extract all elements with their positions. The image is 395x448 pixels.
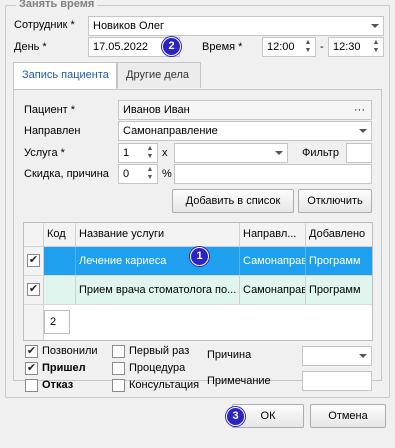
consultation-check-box: [112, 379, 125, 392]
percent-label: %: [162, 168, 172, 180]
chevron-down-icon: [359, 354, 367, 358]
reason-label: Причина: [207, 349, 252, 361]
came-label: Пришел: [42, 362, 86, 374]
service-qty-spinner[interactable]: ▲ ▼: [145, 145, 155, 161]
time-from-spinner[interactable]: ▲ ▼: [303, 39, 313, 55]
discount-field[interactable]: 0 ▲ ▼: [118, 164, 158, 184]
row-code: [44, 276, 76, 304]
time-from-value: 12:00: [267, 41, 295, 53]
header-added[interactable]: Добавлено: [306, 223, 372, 246]
time-separator: -: [320, 41, 324, 53]
tab-other-tasks[interactable]: Другие дела: [117, 62, 201, 88]
row-checkbox-cell[interactable]: ✔: [24, 247, 44, 275]
row-direction: Самонаправ: [240, 276, 306, 304]
filter-field[interactable]: [346, 143, 372, 163]
header-service-name[interactable]: Название услуги: [76, 223, 240, 246]
day-label: День *: [14, 41, 47, 53]
disable-button[interactable]: Отключить: [298, 189, 372, 213]
discount-reason-field[interactable]: [174, 164, 372, 184]
referred-select[interactable]: Самонаправление: [118, 121, 372, 141]
consultation-label: Консультация: [129, 379, 200, 391]
reason-select[interactable]: [302, 346, 372, 366]
employee-value: Новиков Олег: [93, 20, 164, 32]
filter-label: Фильтр: [302, 147, 339, 159]
cancel-button[interactable]: Отмена: [310, 404, 386, 428]
time-to-field[interactable]: 12:30 ▲ ▼: [328, 37, 384, 57]
patient-value: Иванов Иван: [123, 104, 190, 116]
time-from-field[interactable]: 12:00 ▲ ▼: [262, 37, 316, 57]
ellipsis-button[interactable]: ···: [354, 101, 365, 119]
first-time-check-box: [112, 345, 125, 358]
service-x-label: x: [162, 147, 168, 159]
chevron-down-icon: [275, 151, 283, 155]
service-label: Услуга *: [24, 147, 65, 159]
note-label: Примечание: [207, 375, 271, 387]
day-value: 17.05.2022: [93, 41, 149, 53]
header-code[interactable]: Код: [44, 223, 76, 246]
row-name: Прием врача стоматолога по...: [76, 276, 240, 304]
called-label: Позвонили: [42, 345, 98, 357]
service-qty-field[interactable]: 1 ▲ ▼: [118, 143, 158, 163]
discount-label: Скидка, причина: [24, 168, 109, 180]
row-added: Программ: [309, 284, 361, 296]
procedure-label: Процедура: [129, 362, 186, 374]
services-grid: Код Название услуги Направл... Добавлено…: [23, 222, 373, 341]
time-label: Время *: [202, 41, 243, 53]
group-title: Занять время: [16, 0, 98, 10]
row-checkbox-cell[interactable]: ✔: [24, 276, 44, 304]
row-added: Программ: [309, 255, 361, 267]
time-to-value: 12:30: [333, 41, 361, 53]
row-checkbox[interactable]: ✔: [27, 254, 40, 267]
grid-footer-count: 2: [44, 310, 70, 334]
header-check-col: [24, 223, 44, 246]
referred-label: Направлен: [24, 125, 81, 137]
tab-patient-appointment[interactable]: Запись пациента: [13, 62, 117, 90]
callout-badge-3: 3: [226, 407, 245, 426]
procedure-check-box: [112, 362, 125, 375]
note-field[interactable]: [302, 371, 372, 391]
time-to-spinner[interactable]: ▲ ▼: [371, 39, 381, 55]
refusal-label: Отказ: [42, 379, 74, 391]
refusal-check-box: [25, 379, 38, 392]
came-check-icon: ✔: [25, 362, 38, 375]
called-check-icon: ✔: [25, 345, 38, 358]
row-name: Лечение кариеса: [76, 247, 240, 275]
employee-label: Сотрудник *: [14, 19, 75, 31]
chevron-down-icon: [371, 24, 379, 28]
chevron-down-icon: [359, 129, 367, 133]
patient-field[interactable]: Иванов Иван ···: [118, 100, 372, 120]
callout-badge-1: 1: [190, 247, 209, 266]
employee-select[interactable]: Новиков Олег: [88, 16, 384, 36]
grid-header: Код Название услуги Направл... Добавлено: [24, 223, 372, 247]
row-checkbox[interactable]: ✔: [27, 283, 40, 296]
service-qty-value: 1: [123, 147, 130, 159]
discount-spinner[interactable]: ▲ ▼: [145, 166, 155, 182]
row-code: [44, 247, 76, 275]
header-direction[interactable]: Направл...: [240, 223, 306, 246]
callout-badge-2: 2: [162, 37, 181, 56]
patient-label: Пациент *: [24, 104, 76, 116]
add-to-list-button[interactable]: Добавить в список: [172, 189, 294, 213]
service-select[interactable]: [174, 143, 288, 163]
table-row[interactable]: ✔ Прием врача стоматолога по... Самонапр…: [24, 276, 372, 305]
row-direction: Самонаправ: [240, 247, 306, 275]
grid-indicator-column: [24, 305, 44, 340]
referred-value: Самонаправление: [123, 125, 218, 137]
discount-value: 0: [123, 168, 130, 180]
first-time-label: Первый раз: [129, 345, 190, 357]
